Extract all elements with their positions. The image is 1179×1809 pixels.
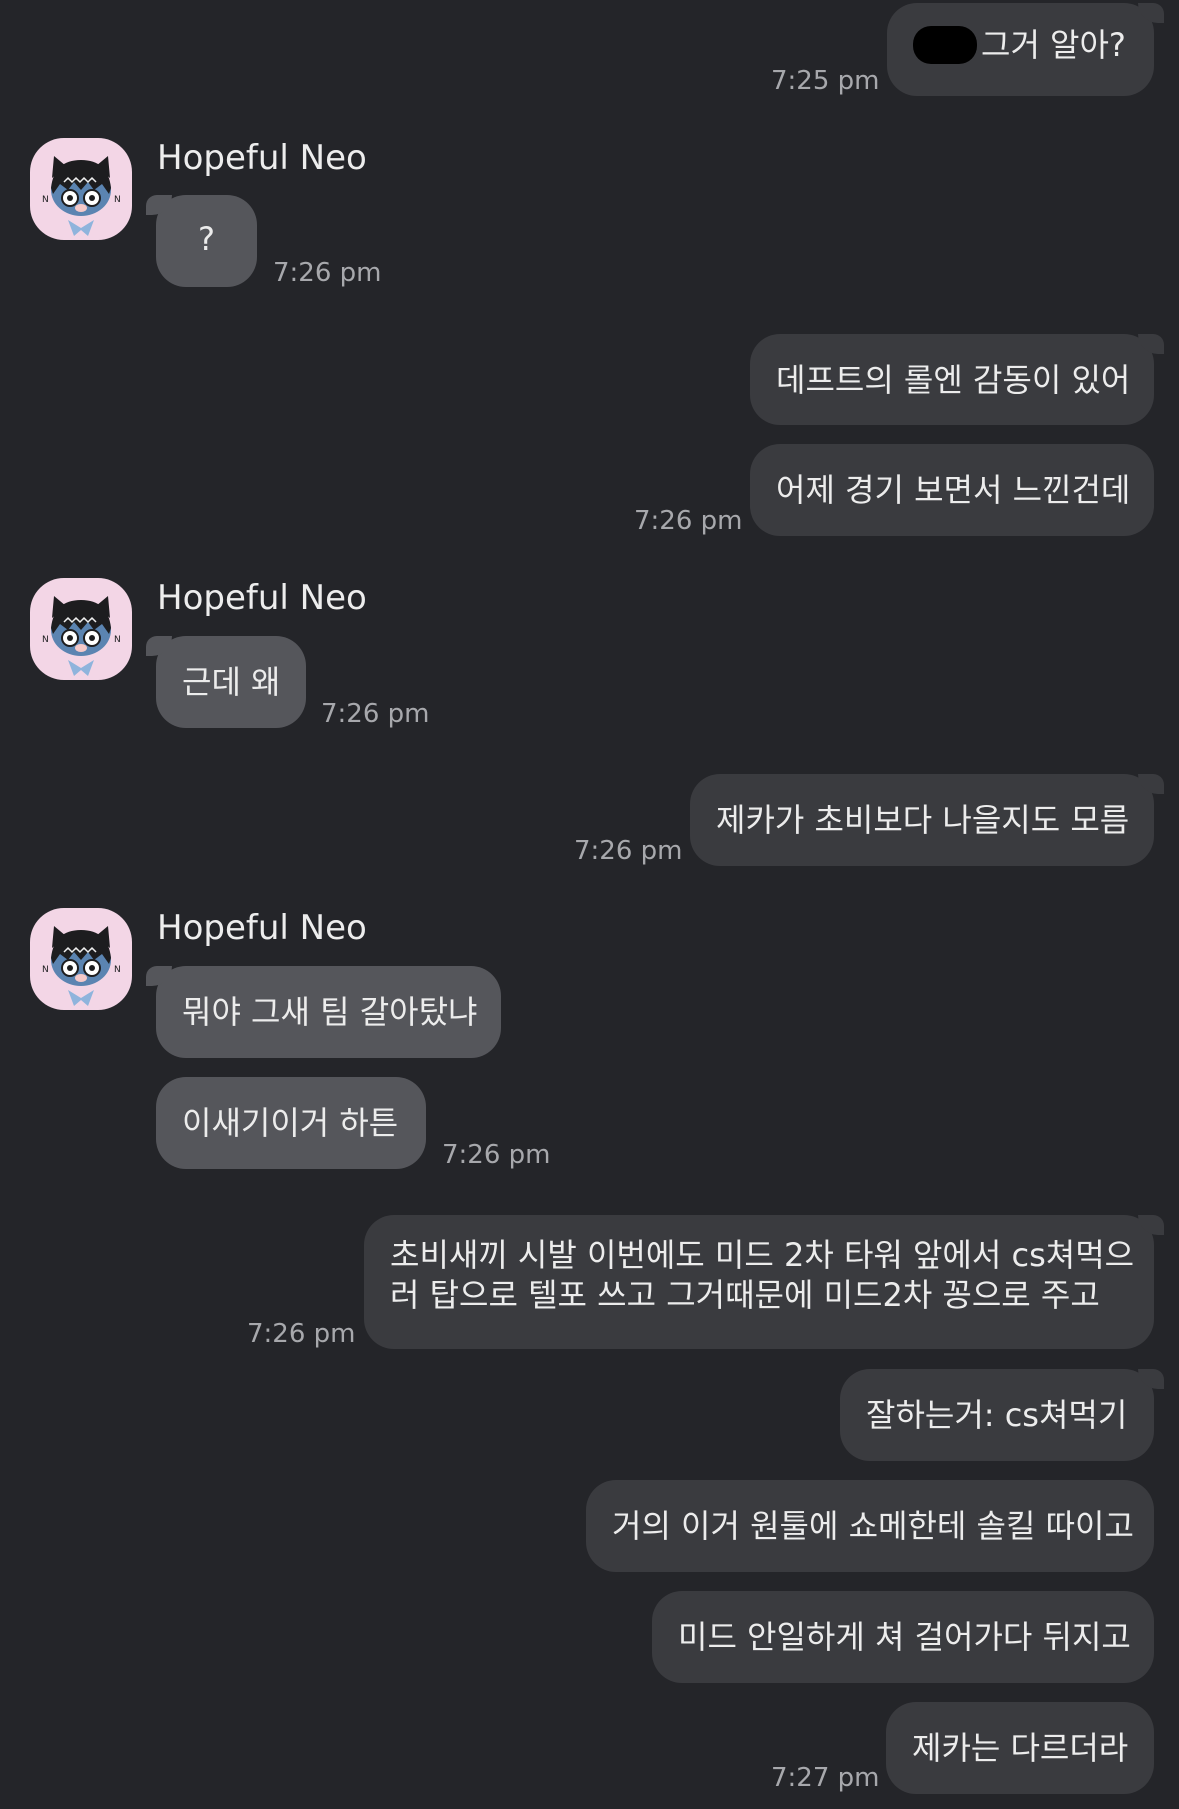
outgoing-message-bubble[interactable]: 초비새끼 시발 이번에도 미드 2차 타워 앞에서 cs쳐먹으 러 탑으로 텔포… [364, 1215, 1164, 1349]
neo-character-avatar-icon: N N [42, 926, 121, 1006]
message-text: 근데 왜 [182, 663, 281, 701]
contact-avatar[interactable]: N N [30, 578, 132, 680]
message-timestamp: 7:26 pm [634, 506, 743, 536]
neo-character-avatar-icon: N N [42, 596, 121, 676]
message-timestamp: 7:26 pm [273, 258, 382, 288]
incoming-message-bubble[interactable]: 뭐야 그새 팀 갈아탔냐 [146, 966, 501, 1058]
svg-text:N: N [114, 195, 121, 205]
incoming-message-bubble[interactable]: ? [146, 195, 257, 287]
message-text: 뭐야 그새 팀 갈아탔냐 [182, 993, 478, 1031]
message-text: 제카가 초비보다 나을지도 모름 [716, 801, 1130, 839]
outgoing-message-bubble[interactable]: 어제 경기 보면서 느낀건데 [750, 444, 1154, 536]
chat-thread: 그거 알아? 7:25 pm N N Hopeful Neo ? 7:26 pm… [0, 0, 1179, 1809]
neo-character-avatar-icon: N N [42, 156, 121, 236]
outgoing-message-bubble[interactable]: 미드 안일하게 쳐 걸어가다 뒤지고 [652, 1591, 1154, 1683]
message-text-line: 러 탑으로 텔포 쓰고 그거때문에 미드2차 꽁으로 주고 [390, 1276, 1100, 1314]
message-text: 어제 경기 보면서 느낀건데 [776, 471, 1131, 509]
contact-avatar[interactable]: N N [30, 908, 132, 1010]
outgoing-message-bubble[interactable]: 제카가 초비보다 나을지도 모름 [690, 774, 1164, 866]
svg-text:N: N [114, 635, 121, 645]
message-text-line: 초비새끼 시발 이번에도 미드 2차 타워 앞에서 cs쳐먹으 [390, 1236, 1135, 1274]
contact-name: Hopeful Neo [157, 908, 367, 948]
contact-name: Hopeful Neo [157, 578, 367, 618]
message-timestamp: 7:26 pm [442, 1140, 551, 1170]
outgoing-message-bubble[interactable]: 잘하는거: cs쳐먹기 [840, 1369, 1164, 1461]
svg-text:N: N [42, 195, 49, 205]
message-timestamp: 7:26 pm [321, 699, 430, 729]
outgoing-message-bubble[interactable]: 데프트의 롤엔 감동이 있어 [750, 334, 1164, 425]
outgoing-message-bubble[interactable]: 제카는 다르더라 [886, 1702, 1154, 1794]
message-text: 잘하는거: cs쳐먹기 [866, 1396, 1128, 1434]
message-timestamp: 7:26 pm [574, 836, 683, 866]
contact-name: Hopeful Neo [157, 138, 367, 178]
message-text: 데프트의 롤엔 감동이 있어 [776, 361, 1131, 399]
outgoing-message-bubble[interactable]: 그거 알아? [887, 3, 1164, 96]
svg-text:N: N [114, 965, 121, 975]
outgoing-message-bubble[interactable]: 거의 이거 원툴에 쇼메한테 솔킬 따이고 [586, 1480, 1154, 1572]
svg-text:N: N [42, 635, 49, 645]
message-timestamp: 7:26 pm [247, 1319, 356, 1349]
message-timestamp: 7:25 pm [771, 66, 880, 96]
incoming-message-bubble[interactable]: 이새기이거 하튼 [156, 1077, 426, 1169]
message-text: 이새기이거 하튼 [182, 1104, 399, 1142]
message-text: ? [198, 220, 215, 258]
message-text: 제카는 다르더라 [912, 1729, 1129, 1767]
message-text: 거의 이거 원툴에 쇼메한테 솔킬 따이고 [612, 1507, 1134, 1545]
message-timestamp: 7:27 pm [771, 1763, 880, 1793]
message-text: 미드 안일하게 쳐 걸어가다 뒤지고 [678, 1618, 1131, 1656]
redaction-mark [913, 26, 977, 64]
message-text: 그거 알아? [981, 26, 1126, 64]
incoming-message-bubble[interactable]: 근데 왜 [146, 636, 306, 728]
svg-text:N: N [42, 965, 49, 975]
contact-avatar[interactable]: N N [30, 138, 132, 240]
